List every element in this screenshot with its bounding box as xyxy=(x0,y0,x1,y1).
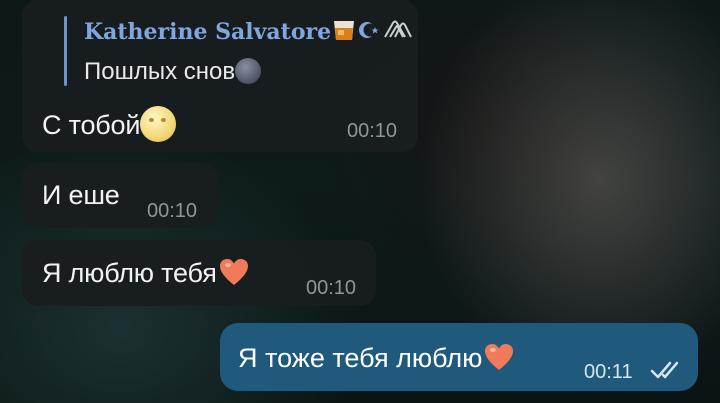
reply-text: Пошлых снов xyxy=(84,58,262,86)
message-time: 00:11 xyxy=(584,361,633,383)
heart-icon xyxy=(219,258,249,286)
message-time: 00:10 xyxy=(306,277,357,299)
message-time: 00:10 xyxy=(347,120,398,142)
message-text-label: Я люблю тебя xyxy=(42,258,217,288)
reply-text-label: Пошлых снов xyxy=(84,58,236,85)
message-bubble-reply[interactable]: Katherine Salvatore Пошлых снов С тобой … xyxy=(22,0,418,152)
new-moon-face-icon xyxy=(235,58,262,84)
paperclip-icon xyxy=(381,19,413,47)
heart-icon xyxy=(484,343,514,371)
whisky-glass-icon xyxy=(331,18,357,48)
message-text: И еше xyxy=(42,180,120,210)
message-text: С тобой xyxy=(42,106,177,142)
message-text: Я люблю тебя xyxy=(42,258,249,289)
message-time: 00:10 xyxy=(147,200,198,222)
reply-author-label: Katherine Salvatore xyxy=(84,19,332,45)
message-text-label: Я тоже тебя люблю xyxy=(238,343,483,373)
reply-accent-bar xyxy=(64,16,67,86)
outgoing-message-bubble[interactable]: Я тоже тебя люблю 00:11 xyxy=(220,323,698,391)
reply-author-name[interactable]: Katherine Salvatore xyxy=(84,18,413,48)
full-moon-face-icon xyxy=(140,106,177,142)
message-bubble[interactable]: И еше 00:10 xyxy=(22,162,218,228)
message-text: Я тоже тебя люблю xyxy=(238,343,514,374)
message-text-label: С тобой xyxy=(42,110,141,140)
double-check-icon xyxy=(650,359,684,386)
star-and-crescent-icon xyxy=(357,19,381,47)
message-bubble[interactable]: Я люблю тебя 00:10 xyxy=(22,240,376,306)
